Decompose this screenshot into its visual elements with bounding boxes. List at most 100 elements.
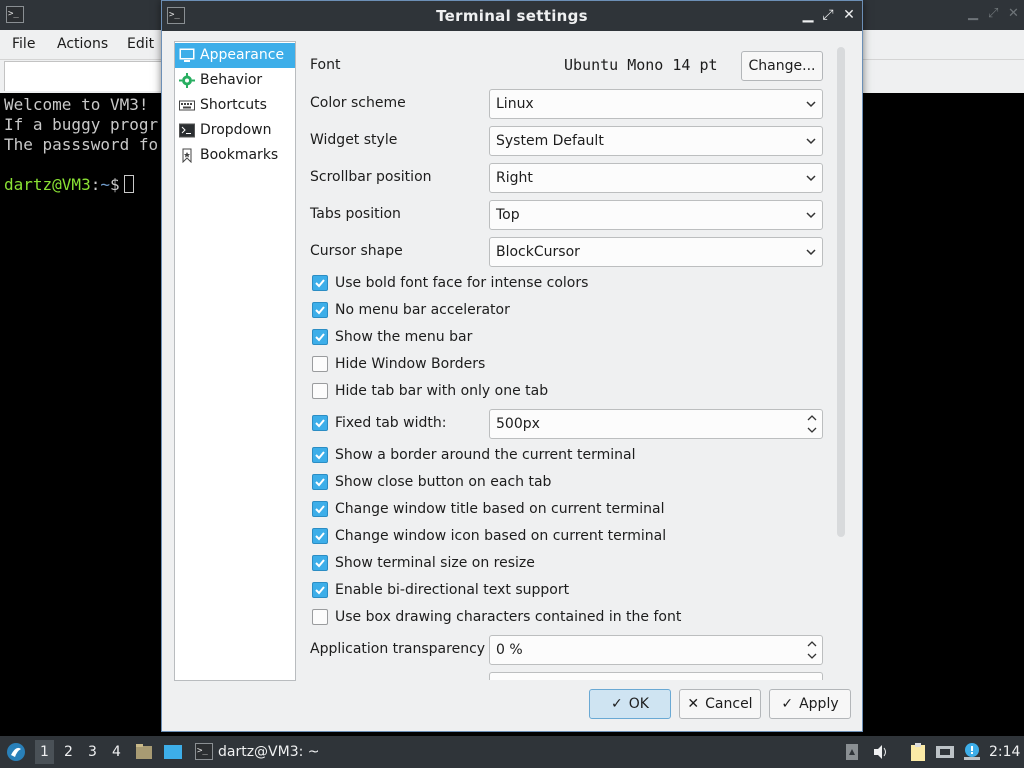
checkmark-icon: [315, 505, 325, 514]
cancel-button-label: Cancel: [705, 696, 753, 712]
notification-icon[interactable]: [962, 742, 982, 762]
dialog-titlebar[interactable]: >_ Terminal settings ▁ ⤢ ✕: [162, 1, 862, 31]
ok-button-label: OK: [628, 696, 649, 712]
close-icon[interactable]: ✕: [840, 6, 858, 24]
checkbox[interactable]: [312, 528, 328, 544]
apply-button-label: Apply: [799, 696, 839, 712]
combo-value: BlockCursor: [496, 244, 580, 260]
desktop-2-button[interactable]: 2: [64, 744, 73, 760]
scrollbar-position-label: Scrollbar position: [310, 169, 432, 185]
chevron-down-icon: [806, 138, 816, 145]
checkbox[interactable]: [312, 275, 328, 291]
color-scheme-combo[interactable]: Linux: [489, 89, 823, 119]
maximize-icon[interactable]: ⤢: [819, 6, 837, 24]
bookmark-icon: [182, 148, 192, 163]
settings-scrollbar[interactable]: [837, 47, 845, 537]
tabs-position-label: Tabs position: [310, 206, 401, 222]
maximize-icon[interactable]: ⤢: [988, 6, 998, 21]
transparency-label: Application transparency: [310, 641, 486, 657]
checkbox-label: Fixed tab width:: [335, 415, 447, 431]
checkmark-icon: [315, 478, 325, 487]
combo-value: System Default: [496, 133, 604, 149]
font-value: Ubuntu Mono 14 pt: [564, 56, 718, 74]
monitor-icon: [179, 48, 195, 62]
prompt-path: ~: [100, 175, 110, 194]
checkmark-icon: [315, 333, 325, 342]
spinbox-value: 0 %: [496, 642, 523, 658]
checkbox-label: Show close button on each tab: [335, 474, 552, 490]
checkbox[interactable]: [312, 383, 328, 399]
apply-button[interactable]: ✓ Apply: [769, 689, 851, 719]
partially-hidden-field[interactable]: [489, 672, 823, 680]
checkbox[interactable]: [312, 609, 328, 625]
terminal-app-icon: >_: [6, 6, 24, 23]
sidebar-item-shortcuts[interactable]: Shortcuts: [175, 93, 295, 118]
checkbox[interactable]: [312, 415, 328, 431]
minimize-icon[interactable]: ▁: [799, 6, 817, 24]
combo-value: Linux: [496, 96, 534, 112]
taskbar: 1 2 3 4 >_ dartz@VM3: ~ 2:14: [0, 736, 1024, 768]
sidebar-item-appearance[interactable]: Appearance: [175, 43, 295, 68]
show-desktop-icon[interactable]: [163, 743, 183, 761]
checkbox-label: Show terminal size on resize: [335, 555, 535, 571]
clipboard-icon[interactable]: [908, 742, 928, 762]
chevron-down-icon: [806, 249, 816, 256]
clock[interactable]: 2:14: [989, 744, 1020, 760]
spin-down-icon[interactable]: [806, 426, 818, 434]
checkbox[interactable]: [312, 329, 328, 345]
desktop-3-button[interactable]: 3: [88, 744, 97, 760]
checkbox[interactable]: [312, 356, 328, 372]
prompt-user: dartz@VM3: [4, 175, 91, 194]
checkmark-icon: [315, 451, 325, 460]
checkbox[interactable]: [312, 501, 328, 517]
terminal-settings-dialog: >_ Terminal settings ▁ ⤢ ✕ Appearance Be…: [161, 0, 863, 732]
change-font-button[interactable]: Change...: [741, 51, 823, 81]
network-icon[interactable]: [935, 743, 955, 761]
checkbox[interactable]: [312, 555, 328, 571]
cursor-shape-combo[interactable]: BlockCursor: [489, 237, 823, 267]
sidebar-item-bookmarks[interactable]: Bookmarks: [175, 143, 295, 168]
checkmark-icon: [315, 586, 325, 595]
spin-down-icon[interactable]: [806, 652, 818, 660]
gear-icon: [179, 73, 195, 88]
file-manager-icon[interactable]: [135, 743, 153, 761]
scrollbar-position-combo[interactable]: Right: [489, 163, 823, 193]
transparency-spinbox[interactable]: 0 %: [489, 635, 823, 665]
spin-up-icon[interactable]: [806, 640, 818, 648]
checkbox[interactable]: [312, 474, 328, 490]
cancel-button[interactable]: ✕ Cancel: [679, 689, 761, 719]
checkbox-label: Change window title based on current ter…: [335, 501, 665, 517]
speaker-icon[interactable]: [872, 743, 890, 761]
ok-button[interactable]: ✓ OK: [589, 689, 671, 719]
close-icon[interactable]: ✕: [1008, 6, 1019, 21]
menu-file[interactable]: File: [12, 36, 35, 52]
font-label: Font: [310, 57, 341, 73]
checkbox[interactable]: [312, 447, 328, 463]
checkmark-icon: [315, 419, 325, 428]
checkbox[interactable]: [312, 302, 328, 318]
sidebar-item-behavior[interactable]: Behavior: [175, 68, 295, 93]
minimize-icon[interactable]: ▁: [968, 6, 978, 21]
fixed-tab-width-spinbox[interactable]: 500px: [489, 409, 823, 439]
spin-up-icon[interactable]: [806, 414, 818, 422]
desktop-4-button[interactable]: 4: [112, 744, 121, 760]
taskbar-window-button[interactable]: dartz@VM3: ~: [218, 744, 320, 760]
start-menu-icon[interactable]: [6, 742, 26, 762]
checkbox-label: Hide Window Borders: [335, 356, 486, 372]
prompt-separator: :: [90, 175, 101, 194]
widget-style-combo[interactable]: System Default: [489, 126, 823, 156]
checkbox-label: Use bold font face for intense colors: [335, 275, 589, 291]
chevron-down-icon: [806, 212, 816, 219]
desktop-1-button[interactable]: 1: [35, 740, 54, 764]
checkbox-label: No menu bar accelerator: [335, 302, 510, 318]
checkbox-label: Change window icon based on current term…: [335, 528, 667, 544]
checkbox-label: Use box drawing characters contained in …: [335, 609, 682, 625]
chevron-down-icon: [806, 175, 816, 182]
menu-edit[interactable]: Edit: [127, 36, 154, 52]
checkbox[interactable]: [312, 582, 328, 598]
menu-actions[interactable]: Actions: [57, 36, 108, 52]
taskbar-terminal-icon: >_: [195, 743, 213, 760]
sidebar-item-dropdown[interactable]: Dropdown: [175, 118, 295, 143]
checkmark-icon: [315, 306, 325, 315]
tabs-position-combo[interactable]: Top: [489, 200, 823, 230]
